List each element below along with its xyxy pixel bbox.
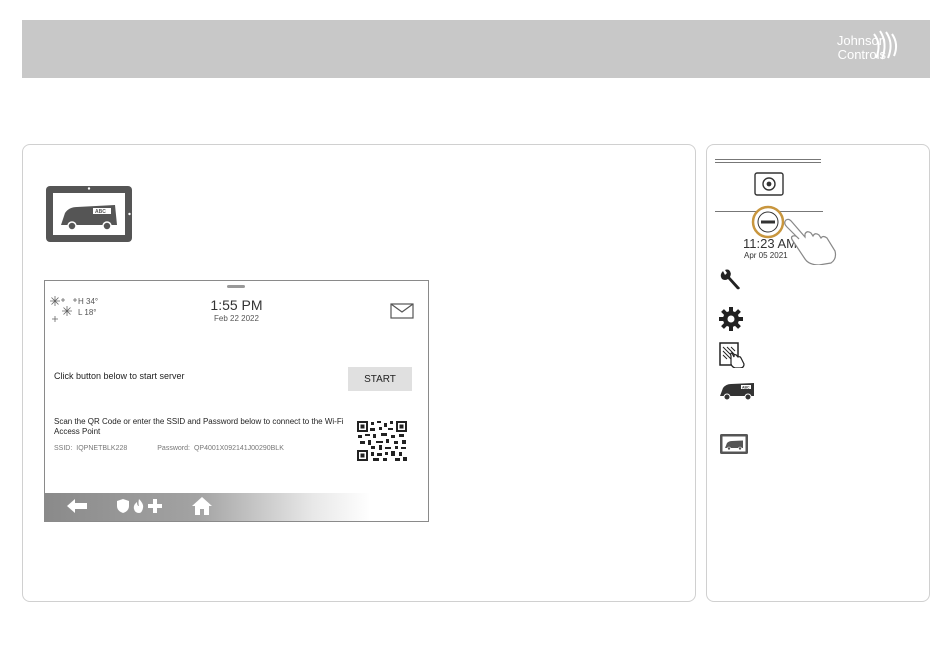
envelope-icon[interactable]	[390, 303, 414, 319]
fire-icon[interactable]	[133, 499, 145, 513]
plus-icon[interactable]	[148, 499, 162, 513]
start-instruction: Click button below to start server	[54, 371, 185, 381]
van-icon[interactable]: ABC	[719, 381, 755, 401]
screen-date: Feb 22 2022	[214, 314, 259, 323]
panel-top-lines	[715, 159, 821, 165]
screen-time: 1:55 PM	[210, 297, 263, 313]
password-value: QP4001X092141J00290BLK	[193, 445, 284, 452]
ssid-label: SSID:	[54, 445, 73, 452]
password-label: Password:	[157, 445, 190, 452]
header-bar: Johnson Controls	[22, 20, 930, 78]
scan-instruction: Scan the QR Code or enter the SSID and P…	[54, 417, 344, 436]
side-panel: 11:23 AM Apr 05 2021 ABC	[706, 144, 930, 602]
gear-icon[interactable]	[719, 307, 743, 331]
svg-text:ABC: ABC	[742, 386, 750, 390]
shield-icon[interactable]	[117, 499, 129, 513]
back-arrow-icon[interactable]	[67, 499, 87, 513]
bottom-nav-bar	[45, 493, 428, 521]
pull-down-handle[interactable]	[227, 285, 245, 288]
ssid-row: SSID: IQPNETBLK228 Password: QP4001X092141J…	[54, 445, 288, 452]
main-panel: ABC H 34° L 18° 1:55 PM Feb 22 2022 Clic…	[22, 144, 696, 602]
touch-panel-icon[interactable]	[719, 342, 745, 368]
wrench-icon[interactable]	[719, 269, 741, 291]
hand-pointer-icon	[784, 218, 837, 265]
svg-text:ABC: ABC	[95, 209, 106, 215]
ssid-value: IQPNETBLK228	[76, 445, 128, 452]
home-icon[interactable]	[192, 497, 212, 515]
device-screen: H 34° L 18° 1:55 PM Feb 22 2022 Click bu…	[44, 280, 429, 522]
tablet-van-icon: ABC	[46, 186, 132, 242]
logo-text: Johnson Controls	[836, 33, 886, 62]
qr-code	[357, 421, 407, 461]
tablet-van-icon[interactable]	[719, 433, 749, 455]
start-button[interactable]: START	[348, 367, 412, 391]
power-icon[interactable]	[754, 172, 784, 196]
